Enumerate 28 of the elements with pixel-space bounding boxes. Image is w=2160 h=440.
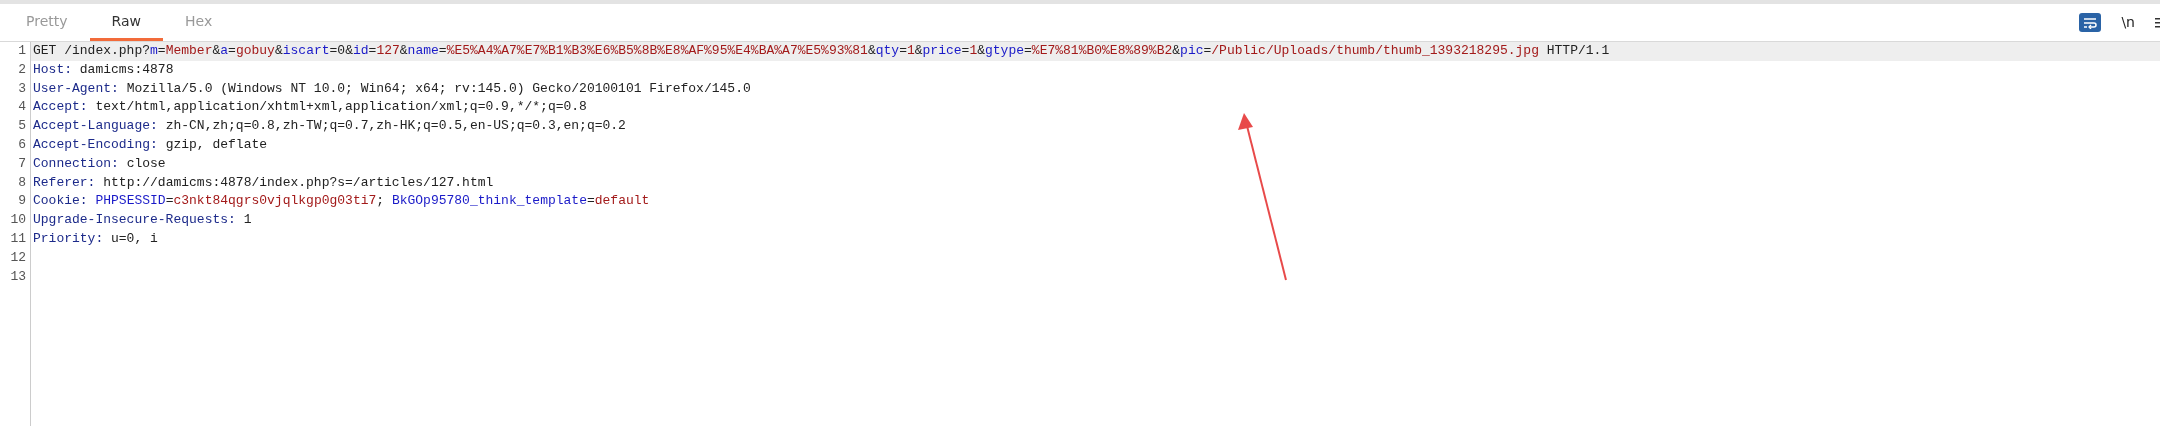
line-number: 13 (10, 268, 26, 284)
code-line: Accept-Language: zh-CN,zh;q=0.8,zh-TW;q=0.7,zh-HK;q=0.5,en-US;q=0.3,en;q=0.2 (33, 118, 626, 134)
code-line: Referer: http://damicms:4878/index.php?s=/articles/127.html (33, 174, 494, 190)
line-number: 1 (18, 43, 26, 58)
line-number: 11 (10, 230, 26, 246)
line-number: 6 (18, 137, 26, 152)
code-line: Upgrade-Insecure-Requests: 1 (33, 212, 252, 228)
line-number: 7 (18, 155, 26, 171)
line-number: 4 (18, 99, 26, 115)
line-number: 10 (10, 212, 26, 228)
menu-icon[interactable] (2155, 16, 2160, 29)
code-line: GET /index.php?m=Member&a=gobuy&iscart=0&id=127&name=%E5%A4%A7%E7%B1%B3%E6%B5%8B%E8%AF%95%E4%BA%A7%E5%93%81&qty=1&price=1&gtype=%E7%81%B0%E8%89%B2&pic=/Public/Uploads/thumb/thumb_1393218295.jpg HTTP/1.1 (33, 43, 1610, 58)
code-line: Accept-Encoding: gzip, deflate (33, 137, 268, 152)
code-line: Accept: text/html,application/xhtml+xml,application/xml;q=0.9,*/*;q=0.8 (33, 99, 587, 115)
code-line: Connection: close (33, 155, 166, 171)
line-number: 9 (18, 193, 26, 209)
line-number: 3 (18, 80, 26, 96)
code-line: Host: damicms:4878 (33, 61, 174, 77)
line-number: 2 (18, 61, 26, 77)
line-number: 8 (18, 174, 26, 190)
code-line: Priority: u=0, i (33, 230, 158, 246)
line-number: 5 (18, 118, 26, 134)
newline-toggle[interactable]: \n (2117, 12, 2139, 33)
code-line: Cookie: PHPSESSID=c3nkt84qgrs0vjqlkgp0g03ti7; BkGOp95780_think_template=default (33, 193, 650, 209)
code-line: User-Agent: Mozilla/5.0 (Windows NT 10.0; Win64; x64; rv:145.0) Gecko/20100101 Firefox/145.0 (33, 80, 751, 96)
line-number: 12 (10, 249, 26, 265)
word-wrap-button[interactable] (2079, 13, 2102, 32)
wrap-icon (2083, 16, 2098, 29)
